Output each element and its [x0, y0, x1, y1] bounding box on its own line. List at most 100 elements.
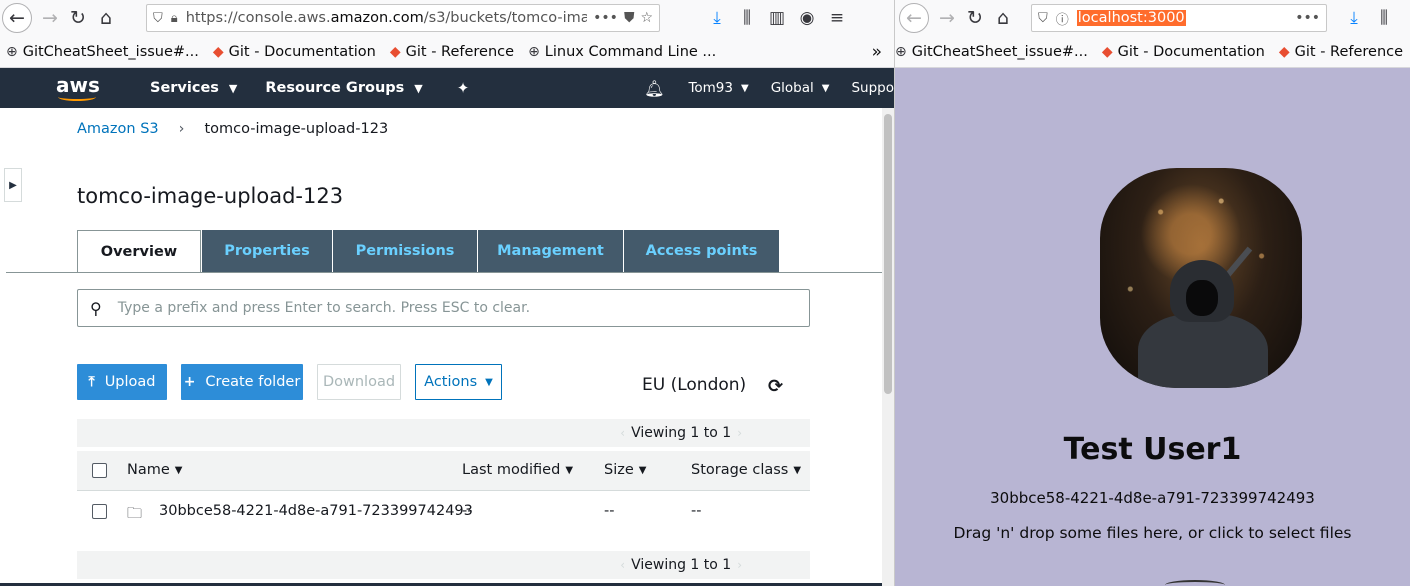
partial-element: [1165, 580, 1225, 586]
bookmark-git-documentation[interactable]: ◆ Git - Documentation: [1102, 44, 1265, 60]
tab-permissions[interactable]: Permissions: [333, 230, 477, 272]
account-menu[interactable]: Tom93 ▼: [688, 80, 748, 96]
row-checkbox[interactable]: [92, 504, 107, 519]
upload-button[interactable]: ⤒ Upload: [77, 364, 167, 400]
row-size: --: [604, 503, 615, 519]
chevron-down-icon: ▼: [485, 376, 493, 388]
sort-icon: ▼: [565, 464, 574, 476]
sidebar-icon[interactable]: ▥: [762, 8, 792, 28]
library-icon[interactable]: ⫼: [1369, 8, 1399, 28]
reload-button[interactable]: ↻: [64, 4, 92, 32]
bookmark-gitcheatsheet[interactable]: ⊕ GitCheatSheet_issue#...: [6, 44, 199, 60]
bookmark-git-reference[interactable]: ◆ Git - Reference: [390, 44, 514, 60]
file-dropzone[interactable]: Drag 'n' drop some files here, or click …: [895, 524, 1410, 542]
git-icon: ◆: [389, 43, 401, 60]
lock-icon: 🔒︎: [170, 10, 178, 26]
right-browser-window: ← → ↻ ⌂ ⛉ ⓘ localhost:3000 ••• ⤓ ⫼ ⊕ GitC…: [894, 0, 1410, 586]
bookmark-git-reference[interactable]: ◆ Git - Reference: [1279, 44, 1403, 60]
refresh-icon[interactable]: ⟳: [768, 376, 783, 397]
download-icon[interactable]: ⤓: [1339, 8, 1369, 28]
plus-icon: +: [183, 374, 196, 390]
home-button[interactable]: ⌂: [92, 4, 120, 32]
pagination-top: ‹ Viewing 1 to 1 ›: [77, 419, 810, 447]
chevron-left-icon[interactable]: ‹: [620, 558, 625, 572]
page-actions-button[interactable]: •••: [1295, 10, 1320, 26]
column-last-modified[interactable]: Last modified ▼: [462, 462, 573, 478]
chevron-down-icon: ▼: [821, 82, 830, 94]
chevron-right-icon[interactable]: ›: [737, 558, 742, 572]
git-icon: ◆: [212, 43, 224, 60]
left-navbar: ← → ↻ ⌂ ⛉ 🔒︎ https://console.aws.amazon.…: [0, 0, 894, 36]
support-menu[interactable]: Suppo: [851, 80, 894, 96]
account-icon[interactable]: ◉: [792, 8, 822, 28]
row-name[interactable]: 30bbce58-4221-4d8e-a791-723399742493: [159, 503, 473, 519]
home-button[interactable]: ⌂: [989, 4, 1017, 32]
create-folder-button[interactable]: + Create folder: [181, 364, 303, 400]
left-bookmarks-bar: ⊕ GitCheatSheet_issue#... ◆ Git - Document…: [0, 36, 894, 68]
row-last-modified: --: [462, 503, 473, 519]
aws-header: aws Services ▼ Resource Groups ▼ ✦ 🔔︎ Tom9…: [0, 68, 894, 108]
download-icon[interactable]: ⤓: [702, 8, 732, 28]
table-header: Name ▼ Last modified ▼ Size ▼ Storage class…: [77, 451, 810, 491]
reload-icon: ↻: [70, 7, 86, 29]
bookmark-gitcheatsheet[interactable]: ⊕ GitCheatSheet_issue#...: [895, 44, 1088, 60]
left-browser-window: ← → ↻ ⌂ ⛉ 🔒︎ https://console.aws.amazon.…: [0, 0, 894, 586]
reload-icon: ↻: [967, 7, 983, 29]
bookmark-linux-command-line[interactable]: ⊕ Linux Command Line ...: [528, 44, 716, 60]
aws-logo[interactable]: aws: [56, 73, 116, 101]
sidebar-toggle-button[interactable]: ▶: [4, 168, 22, 202]
pagination-bottom: ‹ Viewing 1 to 1 ›: [77, 551, 810, 579]
upload-icon: ⤒: [88, 374, 95, 390]
reload-button[interactable]: ↻: [961, 4, 989, 32]
bell-icon[interactable]: 🔔︎: [644, 79, 664, 98]
actions-button[interactable]: Actions ▼: [415, 364, 502, 400]
table-row[interactable]: 🗀 30bbce58-4221-4d8e-a791-723399742493 -…: [77, 491, 810, 533]
s3-content: ▶ Amazon S3 › tomco-image-upload-123 tom…: [0, 108, 894, 586]
breadcrumb-amazon-s3[interactable]: Amazon S3: [77, 121, 159, 137]
sort-icon: ▼: [174, 464, 183, 476]
bookmarks-overflow-button[interactable]: »: [872, 42, 882, 62]
pocket-icon[interactable]: ⛊: [624, 10, 635, 26]
tab-overview[interactable]: Overview: [77, 230, 201, 272]
url-bar[interactable]: ⛉ ⓘ localhost:3000 •••: [1031, 4, 1327, 32]
home-icon: ⌂: [99, 7, 113, 29]
page-actions-button[interactable]: •••: [593, 10, 618, 26]
download-button[interactable]: Download: [317, 364, 401, 400]
tab-management[interactable]: Management: [478, 230, 623, 272]
chevron-left-icon[interactable]: ‹: [620, 426, 625, 440]
select-all-checkbox[interactable]: [92, 463, 107, 478]
row-storage-class: --: [691, 503, 702, 519]
bookmark-git-documentation[interactable]: ◆ Git - Documentation: [213, 44, 376, 60]
scrollbar-thumb[interactable]: [884, 114, 892, 394]
tab-access-points[interactable]: Access points: [624, 230, 779, 272]
url-text: localhost:3000: [1076, 10, 1186, 26]
column-storage-class[interactable]: Storage class ▼: [691, 462, 801, 478]
pin-icon[interactable]: ✦: [457, 79, 470, 97]
arrow-right-icon: →: [939, 7, 955, 29]
library-icon[interactable]: ⫼: [732, 8, 762, 28]
chevron-down-icon: ▼: [228, 81, 238, 95]
url-bar[interactable]: ⛉ 🔒︎ https://console.aws.amazon.com/s3/b…: [146, 4, 660, 32]
forward-button[interactable]: →: [36, 4, 64, 32]
chevron-right-icon[interactable]: ›: [737, 426, 742, 440]
search-input[interactable]: ⚲ Type a prefix and press Enter to searc…: [77, 289, 810, 327]
menu-icon[interactable]: ≡: [822, 8, 852, 28]
star-icon[interactable]: ☆: [640, 10, 653, 26]
region-menu[interactable]: Global ▼: [771, 80, 830, 96]
breadcrumb-current: tomco-image-upload-123: [204, 121, 389, 137]
git-icon: ◆: [1278, 43, 1290, 60]
region-label: EU (London): [642, 375, 747, 395]
services-menu[interactable]: Services ▼: [150, 80, 237, 96]
column-name[interactable]: Name ▼: [127, 462, 182, 478]
arrow-left-icon: ←: [906, 7, 922, 29]
globe-icon: ⊕: [528, 43, 540, 60]
resource-groups-menu[interactable]: Resource Groups ▼: [265, 80, 422, 96]
back-button[interactable]: ←: [899, 3, 929, 33]
caret-right-icon: ▶: [9, 179, 17, 191]
forward-button[interactable]: →: [933, 4, 961, 32]
back-button[interactable]: ←: [2, 3, 32, 33]
column-size[interactable]: Size ▼: [604, 462, 646, 478]
tab-properties[interactable]: Properties: [202, 230, 332, 272]
home-icon: ⌂: [996, 7, 1010, 29]
folder-icon: 🗀: [127, 504, 143, 522]
